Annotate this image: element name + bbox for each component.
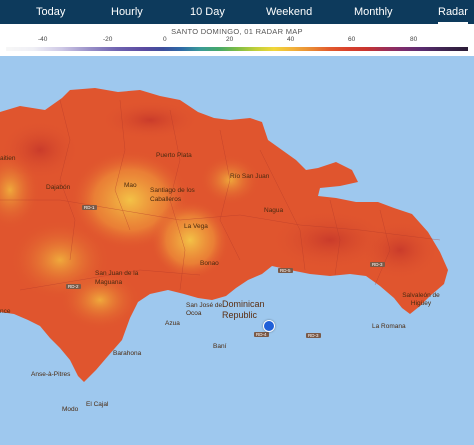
legend-tick: -40 [38,36,48,43]
map-label-barahona: Barahona [113,350,142,357]
map-label-rio-san-juan: Río San Juan [230,173,270,180]
map-label-bonao: Bonao [200,260,219,267]
legend-tick: 20 [226,36,234,43]
road-shield: RD-3 [306,333,321,338]
road-shield: RD-4 [254,332,269,337]
tab-10-day[interactable]: 10 Day [190,0,225,24]
radar-map[interactable]: aitien Puerto Plata Dajabón Mao Santiago… [0,56,474,445]
map-label-la-romana: La Romana [372,323,406,330]
map-canvas [0,88,448,382]
map-label-azua: Azua [165,320,180,327]
legend-tick: 60 [348,36,356,43]
tab-monthly[interactable]: Monthly [354,0,393,24]
map-label-san-jose: San José de Ocoa [186,302,223,317]
map-label-anse-a-pitres: Anse-à-Pitres [31,371,71,378]
top-navigation: Today Hourly 10 Day Weekend Monthly Rada… [0,0,474,24]
current-location-marker[interactable] [263,320,275,332]
legend-title: SANTO DOMINGO, 01 RADAR MAP [171,27,303,36]
road-shield: RD-5 [278,268,293,273]
map-label-puerto-plata: Puerto Plata [156,152,192,159]
map-label-modo: Modo [62,406,79,413]
map-label-san-juan: San Juan de la Maguana [95,270,139,286]
map-label-ance: nce [0,308,11,315]
road-shield: RD-1 [82,205,97,210]
map-label-nagua: Nagua [264,207,284,214]
legend-tick: 0 [163,36,167,43]
tab-today[interactable]: Today [36,0,65,24]
legend-tick: 80 [410,36,418,43]
map-label-santiago: Santiago de los Caballeros [150,187,195,203]
road-shield: RD-3 [370,262,385,267]
tab-hourly[interactable]: Hourly [111,0,143,24]
radar-legend: SANTO DOMINGO, 01 RADAR MAP -40 -20 0 20… [0,24,474,56]
map-label-mao: Mao [124,182,137,189]
tab-weekend[interactable]: Weekend [266,0,312,24]
tab-radar[interactable]: Radar [438,0,468,24]
map-label-la-vega: La Vega [184,223,208,230]
legend-tick: 40 [287,36,295,43]
map-label-haiti: aitien [0,155,16,162]
road-shield: RD-2 [66,284,81,289]
legend-color-scale [6,47,468,51]
map-label-dajabon: Dajabón [46,184,71,191]
map-label-dominican-republic: Dominican Republic [222,299,265,320]
map-label-el-cajal: El Cajal [86,401,109,408]
map-label-salvaleon-de-higuey: Salvaleón de Higüey [402,292,440,307]
legend-tick: -20 [103,36,113,43]
map-label-bani: Baní [213,343,227,350]
